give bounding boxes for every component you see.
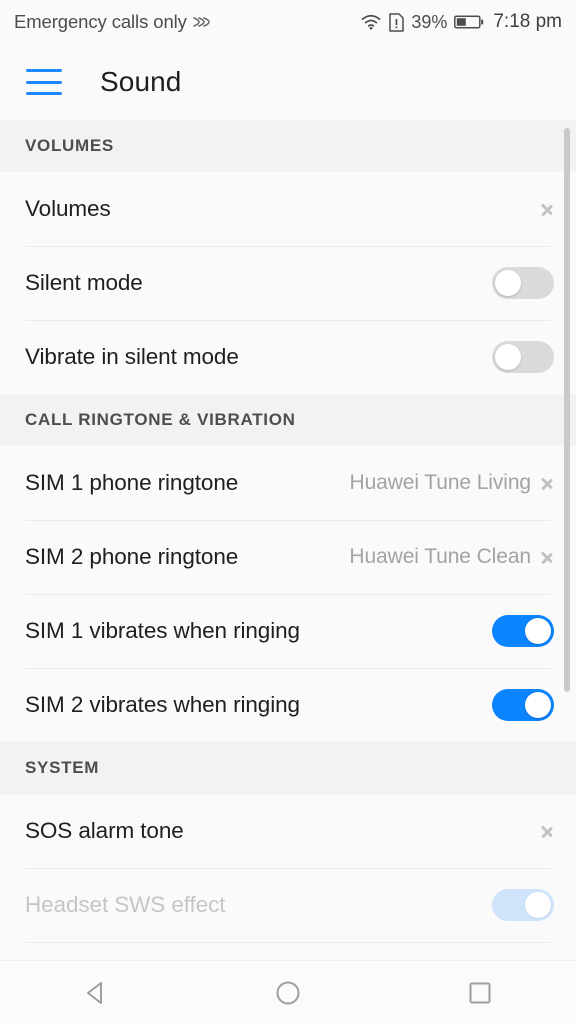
list-item-accessory <box>492 615 554 647</box>
list-item-sim-1-phone-ringtone[interactable]: SIM 1 phone ringtone Huawei Tune Living <box>0 446 576 520</box>
home-button[interactable] <box>240 961 336 1024</box>
app-bar: Sound <box>0 44 576 120</box>
phone-screen: Emergency calls only 39% 7:18 pm Sound V… <box>0 0 576 1024</box>
list-item-sos-alarm-tone[interactable]: SOS alarm tone <box>0 794 576 868</box>
sim-card-alert-icon <box>389 12 405 32</box>
list-item-label: SIM 1 phone ringtone <box>25 470 239 495</box>
status-bar: Emergency calls only 39% 7:18 pm <box>0 0 576 44</box>
list-item-label: SIM 1 vibrates when ringing <box>25 618 300 643</box>
toggle-knob <box>495 344 521 370</box>
list-item-sim-2-phone-ringtone[interactable]: SIM 2 phone ringtone Huawei Tune Clean <box>0 520 576 594</box>
hamburger-menu-icon[interactable] <box>26 69 62 95</box>
list-item-label: SIM 2 phone ringtone <box>25 544 239 569</box>
toggle-knob <box>495 270 521 296</box>
status-bar-left: Emergency calls only <box>14 11 214 33</box>
chevron-right-icon <box>541 198 554 220</box>
toggle-switch-sim-1-vibrates-when-ringing[interactable] <box>492 615 554 647</box>
toggle-knob <box>525 892 551 918</box>
list-item-headset-sws-effect[interactable]: Headset SWS effect <box>0 868 576 942</box>
list-item-label: SIM 2 vibrates when ringing <box>25 692 300 717</box>
list-item-accessory <box>492 267 554 299</box>
toggle-switch-headset-sws-effect <box>492 889 554 921</box>
wifi-icon <box>361 14 381 30</box>
list-item-accessory <box>492 689 554 721</box>
list-item-accessory: Huawei Tune Clean <box>349 545 554 569</box>
list-item-label: Volumes <box>25 196 111 221</box>
toggle-knob <box>525 618 551 644</box>
back-button[interactable] <box>48 961 144 1024</box>
toggle-switch-silent-mode[interactable] <box>492 267 554 299</box>
home-circle-icon <box>276 981 300 1004</box>
list-item-sim-1-vibrates-when-ringing[interactable]: SIM 1 vibrates when ringing <box>0 594 576 668</box>
toggle-knob <box>525 692 551 718</box>
status-bar-right: 39% 7:18 pm <box>360 11 562 33</box>
back-triangle-icon <box>87 981 102 1004</box>
list-bottom-partial-row <box>0 943 576 960</box>
recents-button[interactable] <box>432 961 528 1024</box>
signal-strength-icon <box>192 17 210 27</box>
list-item-label: Vibrate in silent mode <box>25 344 239 369</box>
section-header-volumes: VOLUMES <box>0 120 576 172</box>
list-bottom-divider <box>25 942 551 943</box>
list-item-value: Huawei Tune Clean <box>349 545 531 568</box>
chevron-right-icon <box>541 546 554 568</box>
scrollbar-thumb[interactable] <box>564 128 570 692</box>
list-item-label: SOS alarm tone <box>25 818 184 843</box>
list-item-accessory <box>492 889 554 921</box>
list-item-label: Silent mode <box>25 270 143 295</box>
list-item-accessory <box>492 341 554 373</box>
page-title: Sound <box>100 66 182 97</box>
list-item-label: Headset SWS effect <box>25 892 226 917</box>
carrier-label: Emergency calls only <box>14 11 187 32</box>
section-header-system: SYSTEM <box>0 742 576 794</box>
section-header-call-ringtone-vibration: CALL RINGTONE & VIBRATION <box>0 394 576 446</box>
clock-label: 7:18 pm <box>493 11 562 32</box>
list-item-accessory: Huawei Tune Living <box>350 471 554 495</box>
battery-icon <box>454 15 484 29</box>
recents-square-icon <box>469 982 491 1003</box>
list-item-accessory <box>541 820 554 842</box>
settings-list[interactable]: VOLUMES Volumes Silent mode Vibrate in sile… <box>0 120 576 960</box>
list-item-sim-2-vibrates-when-ringing[interactable]: SIM 2 vibrates when ringing <box>0 668 576 742</box>
system-navigation-bar <box>0 960 576 1024</box>
toggle-switch-vibrate-in-silent-mode[interactable] <box>492 341 554 373</box>
list-item-accessory <box>541 198 554 220</box>
list-item-volumes[interactable]: Volumes <box>0 172 576 246</box>
chevron-right-icon <box>541 820 554 842</box>
chevron-right-icon <box>541 472 554 494</box>
toggle-switch-sim-2-vibrates-when-ringing[interactable] <box>492 689 554 721</box>
list-item-silent-mode[interactable]: Silent mode <box>0 246 576 320</box>
list-item-value: Huawei Tune Living <box>349 471 532 494</box>
list-item-vibrate-in-silent-mode[interactable]: Vibrate in silent mode <box>0 320 576 394</box>
battery-percent-label: 39% <box>411 11 448 32</box>
